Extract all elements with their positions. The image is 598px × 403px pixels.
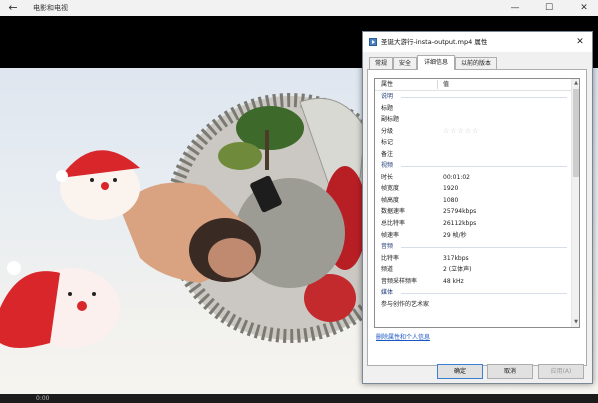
- column-divider[interactable]: [437, 80, 438, 89]
- property-name: 分级: [381, 127, 394, 135]
- property-name: 帧速率: [381, 231, 400, 239]
- dialog-close-button[interactable]: ✕: [573, 35, 587, 49]
- property-name: 音频采样频率: [381, 277, 418, 285]
- app-title: 电影和电视: [33, 4, 68, 12]
- santa-balloon-bottom: [0, 261, 120, 348]
- section-divider: [401, 247, 567, 249]
- remove-properties-link[interactable]: 删除属性和个人信息: [376, 332, 430, 341]
- dialog-titlebar[interactable]: 圣诞大游行-insta-output.mp4 属性 ✕: [363, 32, 592, 52]
- property-row[interactable]: 帧高度 1080: [375, 195, 571, 207]
- property-name: 数据速率: [381, 208, 406, 216]
- property-value[interactable]: 29 帧/秒: [443, 230, 467, 242]
- video-file-icon: [369, 38, 377, 46]
- player-controls: 0:00: [0, 394, 598, 403]
- list-header: 属性 值: [375, 79, 571, 91]
- property-name: 标记: [381, 139, 394, 147]
- properties-dialog: 圣诞大游行-insta-output.mp4 属性 ✕ 常规 安全 详细信息 以前的版…: [362, 31, 593, 384]
- property-rows: 说明 标题 副标题 分级 ☆☆☆☆☆ 标记 备注 视频 时长 00:01:02 帧宽度 1920 帧高度…: [375, 91, 571, 310]
- minimize-button[interactable]: —: [503, 0, 527, 16]
- property-row[interactable]: 帧宽度 1920: [375, 183, 571, 195]
- section-label: 说明: [381, 93, 394, 100]
- property-row[interactable]: 频道 2 (立体声): [375, 264, 571, 276]
- vertical-scrollbar[interactable]: ▲ ▼: [571, 79, 579, 327]
- section-label: 视频: [381, 162, 394, 170]
- property-value[interactable]: 2 (立体声): [443, 264, 471, 276]
- section-header: 视频: [375, 160, 571, 172]
- property-row[interactable]: 分级 ☆☆☆☆☆: [375, 126, 571, 138]
- column-header-property[interactable]: 属性: [381, 79, 393, 90]
- tab-3[interactable]: 以前的版本: [455, 57, 497, 69]
- ok-button[interactable]: 确定: [437, 364, 483, 379]
- property-row[interactable]: 备注: [375, 149, 571, 161]
- property-row[interactable]: 副标题: [375, 114, 571, 126]
- property-name: 总比特率: [381, 220, 406, 228]
- property-row[interactable]: 时长 00:01:02: [375, 172, 571, 184]
- scroll-thumb[interactable]: [573, 89, 579, 177]
- back-arrow-icon[interactable]: ←: [5, 1, 21, 15]
- section-divider: [401, 166, 567, 168]
- section-header: 音频: [375, 241, 571, 253]
- elapsed-time: 0:00: [36, 395, 50, 402]
- column-header-value[interactable]: 值: [443, 79, 449, 90]
- property-value[interactable]: 00:01:02: [443, 172, 470, 184]
- apply-button[interactable]: 应用(A): [538, 364, 584, 379]
- property-value[interactable]: 1080: [443, 195, 458, 207]
- tab-2[interactable]: 详细信息: [417, 55, 455, 70]
- property-name: 比特率: [381, 254, 400, 262]
- property-row[interactable]: 音频采样频率 48 kHz: [375, 276, 571, 288]
- tab-0[interactable]: 常规: [369, 57, 393, 69]
- tab-1[interactable]: 安全: [393, 57, 417, 69]
- app-titlebar: ← 电影和电视 — ☐ ✕: [0, 0, 598, 16]
- property-value[interactable]: 48 kHz: [443, 276, 464, 288]
- scroll-up-icon[interactable]: ▲: [572, 79, 579, 88]
- tree: [218, 142, 262, 170]
- section-divider: [401, 97, 567, 98]
- property-row[interactable]: 标记: [375, 137, 571, 149]
- section-header: 说明: [375, 91, 571, 103]
- property-name: 标题: [381, 104, 394, 112]
- property-value[interactable]: 317kbps: [443, 253, 469, 265]
- dialog-title: 圣诞大游行-insta-output.mp4 属性: [381, 38, 488, 46]
- section-header: 媒体: [375, 287, 571, 299]
- property-name: 时长: [381, 173, 394, 181]
- property-name: 备注: [381, 150, 394, 158]
- dialog-tabs: 常规 安全 详细信息 以前的版本: [367, 55, 587, 70]
- section-label: 媒体: [381, 289, 394, 297]
- property-row[interactable]: 标题: [375, 103, 571, 115]
- property-row[interactable]: 参与创作的艺术家: [375, 299, 571, 311]
- scroll-down-icon[interactable]: ▼: [572, 318, 579, 327]
- maximize-button[interactable]: ☐: [537, 0, 561, 16]
- property-name: 参与创作的艺术家: [381, 300, 430, 308]
- property-row[interactable]: 比特率 317kbps: [375, 253, 571, 265]
- section-divider: [401, 293, 567, 295]
- property-row[interactable]: 帧速率 29 帧/秒: [375, 230, 571, 242]
- details-list[interactable]: 属性 值 说明标题副标题分级 ☆☆☆☆☆ 标记备注视频时长 00:01:02 帧宽度 19…: [374, 78, 580, 328]
- property-name: 副标题: [381, 116, 400, 124]
- cancel-button[interactable]: 取消: [487, 364, 533, 379]
- property-name: 帧高度: [381, 196, 400, 204]
- property-row[interactable]: 数据速率 25794kbps: [375, 206, 571, 218]
- details-panel: 属性 值 说明标题副标题分级 ☆☆☆☆☆ 标记备注视频时长 00:01:02 帧宽度 19…: [367, 69, 587, 366]
- tree-trunk: [265, 130, 269, 170]
- close-button[interactable]: ✕: [572, 0, 596, 16]
- property-name: 频道: [381, 266, 394, 274]
- section-label: 音频: [381, 243, 394, 251]
- property-value[interactable]: 26112kbps: [443, 218, 476, 230]
- property-value[interactable]: 25794kbps: [443, 206, 476, 218]
- property-value[interactable]: 1920: [443, 183, 458, 195]
- santa-balloon-top: [56, 150, 140, 220]
- rating-stars-icon[interactable]: ☆☆☆☆☆: [443, 126, 479, 138]
- property-name: 帧宽度: [381, 185, 400, 193]
- property-row[interactable]: 总比特率 26112kbps: [375, 218, 571, 230]
- face-skin: [208, 238, 256, 278]
